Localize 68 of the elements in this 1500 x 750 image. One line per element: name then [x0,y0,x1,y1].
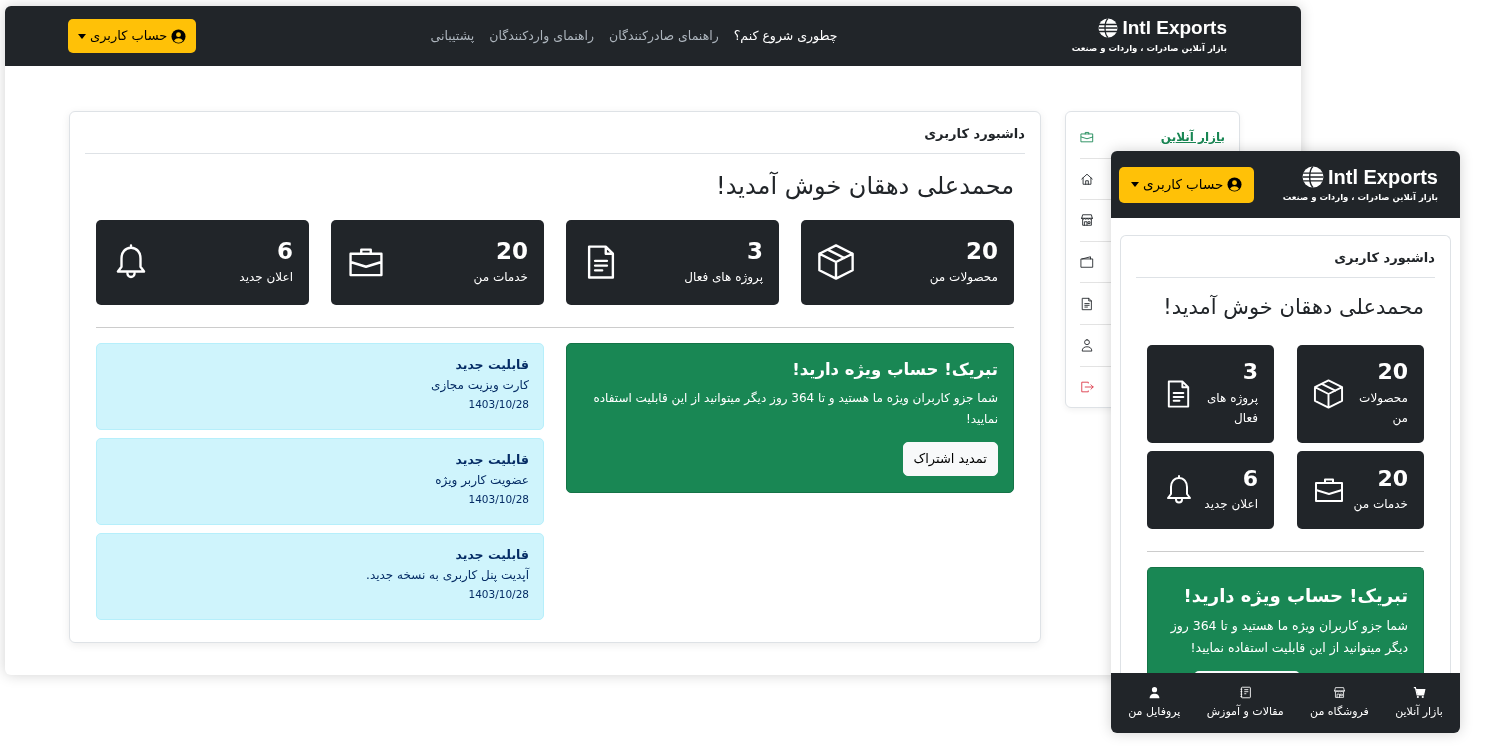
bottom-nav-item[interactable]: مقالات و آموزش [1206,685,1284,721]
stat-label: محصولات من [929,268,998,286]
stat-label: خدمات من [473,268,528,286]
person-icon[interactable] [1080,338,1094,353]
feature-text: آپدیت پنل کاربری به نسخه جدید. [365,566,529,585]
bottom-nav-item[interactable]: بازار آنلاین [1395,685,1443,721]
globe-icon [1098,18,1119,39]
alert-title: تبریک! حساب ویژه دارید! [1182,584,1408,609]
nav-link[interactable]: راهنمای صادرکنندگان [609,26,719,46]
account-dropdown-button[interactable]: حساب کاربری [1119,166,1255,203]
feature-text: کارت ویزیت مجازی [430,377,529,395]
stat-value: 3 [746,238,763,266]
stat-value: 6 [276,238,293,266]
brand-name: Intl Exports [1328,165,1438,188]
renew-button[interactable]: تمدید اشتراک [902,442,998,476]
notebook-icon [1238,685,1252,699]
nav-link[interactable]: راهنمای واردکنندگان [489,26,595,46]
alert-text: شما جزو کاربران ویژه ما هستید و تا 364 روز دیگر میتوانید از این قابلیت استفاده نمایید! [1169,617,1408,658]
bottom-nav-item[interactable]: پروفایل من [1128,685,1181,721]
feature-date: 1403/10/28 [467,492,529,508]
brand-name: Intl Exports [1122,17,1227,39]
wallet-icon[interactable] [1080,255,1094,270]
briefcase-icon[interactable] [1080,130,1094,145]
alert-text: شما جزو کاربران ویژه ما هستید و تا 364 روز دیگر میتوانید از این قابلیت استفاده نمایید! [592,390,998,429]
welcome-heading: محمدعلی دهقان خوش آمدید! [1162,293,1424,321]
feature-title: قابلیت جدید [454,450,529,469]
home-icon[interactable] [1080,171,1094,186]
brand-tagline: بازار آنلاین صادرات ، واردات و صنعت [1282,190,1438,204]
logout-icon[interactable] [1080,380,1094,395]
user-circle-icon [171,28,187,44]
box-icon [817,243,855,281]
stat-value: 20 [1376,359,1408,386]
stat-value: 20 [495,238,528,266]
sidebar-item[interactable]: بازار آنلاین [1160,128,1225,147]
user-circle-icon [1227,177,1243,192]
nav-link[interactable]: چطوری شروع کنم؟ [733,26,838,46]
feature-title: قابلیت جدید [454,545,529,564]
stat-value: 20 [1376,465,1408,492]
cart-icon [1412,685,1426,699]
bottom-nav-item[interactable]: فروشگاه من [1310,685,1369,721]
stat-label: اعلان جدید [239,268,293,286]
globe-icon [1302,165,1324,188]
card-title: داشبورد کاربری [85,124,1025,154]
stat-value: 6 [1241,465,1258,492]
welcome-heading: محمدعلی دهقان خوش آمدید! [715,170,1014,202]
feature-date: 1403/10/28 [467,587,529,603]
box-icon [1313,378,1344,410]
stat-label: محصولات من [1358,389,1408,428]
shop-icon [1332,685,1346,699]
stat-label: خدمات من [1353,496,1408,514]
feature-title: قابلیت جدید [454,355,529,374]
stat-value: 3 [1241,359,1258,386]
stat-label: پروژه های فعال [684,268,763,286]
stat-label: پروژه های فعال [1205,389,1258,428]
document-icon[interactable] [1080,296,1094,311]
caret-icon [1131,182,1139,187]
caret-icon [78,33,86,39]
nav-link[interactable]: پشتیبانی [430,26,475,46]
card-title: داشبورد کاربری [1136,248,1435,278]
shop-icon[interactable] [1080,213,1094,228]
stat-value: 20 [965,238,998,266]
feature-date: 1403/10/28 [467,397,529,413]
alert-title: تبریک! حساب ویژه دارید! [791,358,998,381]
brand-tagline: بازار آنلاین صادرات ، واردات و صنعت [1071,41,1227,55]
stat-label: اعلان جدید [1204,496,1258,513]
account-dropdown-button[interactable]: حساب کاربری [68,19,197,53]
feature-text: عضویت کاربر ویژه [434,472,529,490]
person-icon [1147,685,1161,699]
